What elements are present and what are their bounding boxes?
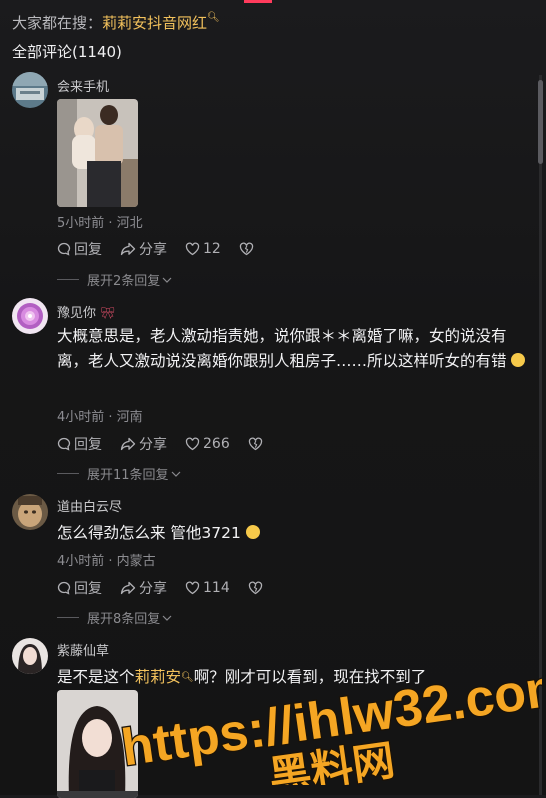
share-label: 分享	[139, 437, 167, 453]
like-button[interactable]: 12	[185, 239, 221, 259]
reply-button[interactable]: 回复	[57, 578, 102, 598]
username[interactable]: 道由白云尽	[57, 496, 122, 515]
like-count: 266	[203, 436, 230, 452]
comment-image[interactable]	[57, 99, 138, 207]
like-button[interactable]: 266	[185, 434, 230, 454]
search-suggestion[interactable]: 大家都在搜：莉莉安抖音网红🔍︎	[12, 12, 220, 33]
scrollbar-track[interactable]	[539, 75, 542, 795]
search-prefix: 大家都在搜：	[12, 14, 103, 32]
heart-icon	[185, 437, 200, 451]
dislike-button[interactable]	[248, 434, 266, 454]
expand-replies-button[interactable]: 展开11条回复	[57, 464, 181, 483]
avatar[interactable]	[12, 494, 48, 530]
expand-label: 展开2条回复	[87, 274, 161, 289]
username[interactable]: 紫藤仙草	[57, 640, 109, 659]
divider-dash	[57, 279, 79, 280]
comment-actions: 回复 分享 12	[57, 239, 275, 259]
avatar[interactable]	[12, 638, 48, 674]
like-button[interactable]: 114	[185, 578, 230, 598]
comment-count-title: 全部评论(1140)	[12, 43, 122, 61]
comment-text: 怎么得劲怎么来 管他3721	[57, 521, 527, 546]
broken-heart-icon	[248, 437, 262, 451]
share-label: 分享	[139, 581, 167, 597]
broken-heart-icon	[239, 242, 253, 256]
chevron-down-icon	[162, 615, 172, 621]
divider-dash	[57, 473, 79, 474]
expand-replies-button[interactable]: 展开2条回复	[57, 270, 172, 289]
username[interactable]: 豫见你 🎀︎	[57, 302, 115, 321]
comment-text: 是不是这个莉莉安🔍︎啊？刚才可以看到，现在找不到了	[57, 665, 527, 690]
share-icon	[120, 581, 136, 595]
avatar[interactable]	[12, 298, 48, 334]
emoji-icon	[511, 353, 526, 367]
active-tab-indicator	[244, 0, 272, 3]
bow-icon: 🎀︎	[100, 306, 116, 320]
reply-label: 回复	[74, 242, 102, 258]
comment-time-location: 4小时前 · 内蒙古	[57, 554, 156, 569]
like-count: 114	[203, 580, 230, 596]
comment-image[interactable]	[57, 690, 138, 798]
share-icon	[120, 437, 136, 451]
expand-label: 展开11条回复	[87, 468, 169, 483]
share-label: 分享	[139, 242, 167, 258]
like-count: 12	[203, 241, 221, 257]
divider-dash	[57, 617, 79, 618]
keyword-link[interactable]: 莉莉安🔍︎	[135, 668, 194, 686]
reply-label: 回复	[74, 437, 102, 453]
heart-icon	[185, 581, 200, 595]
search-icon: 🔍︎	[207, 12, 220, 23]
avatar[interactable]	[12, 72, 48, 108]
chevron-down-icon	[162, 277, 172, 283]
reply-icon	[57, 581, 71, 595]
chevron-down-icon	[171, 471, 180, 477]
comment-text-suffix: 啊？刚才可以看到，现在找不到了	[193, 668, 427, 686]
reply-icon	[57, 242, 71, 256]
comment-time-location: 5小时前 · 河北	[57, 216, 143, 231]
comment-body: 大概意思是，老人激动指责她，说你跟＊＊离婚了嘛，女的说没有离，老人又激动说没离婚…	[57, 327, 507, 370]
share-button[interactable]: 分享	[120, 434, 167, 454]
comment-actions: 回复 分享 266	[57, 434, 284, 454]
share-button[interactable]: 分享	[120, 578, 167, 598]
username-text: 豫见你	[57, 306, 97, 321]
scrollbar-thumb[interactable]	[538, 80, 543, 164]
reply-button[interactable]: 回复	[57, 239, 102, 259]
comment-time-location: 4小时前 · 河南	[57, 410, 143, 425]
expand-replies-button[interactable]: 展开8条回复	[57, 608, 172, 627]
keyword-text: 莉莉安	[134, 668, 182, 686]
comment-actions: 回复 分享 114	[57, 578, 284, 598]
watermark-site-name: 黑料网	[266, 735, 398, 785]
comment-text: 大概意思是，老人激动指责她，说你跟＊＊离婚了嘛，女的说没有离，老人又激动说没离婚…	[57, 324, 527, 374]
username[interactable]: 会来手机	[57, 76, 109, 95]
search-keyword-link[interactable]: 莉莉安抖音网红	[102, 14, 207, 32]
reply-label: 回复	[74, 581, 102, 597]
broken-heart-icon	[248, 581, 262, 595]
dislike-button[interactable]	[239, 239, 257, 259]
share-button[interactable]: 分享	[120, 239, 167, 259]
share-icon	[120, 242, 136, 256]
expand-label: 展开8条回复	[87, 612, 161, 627]
search-icon: 🔍︎	[181, 672, 194, 683]
reply-button[interactable]: 回复	[57, 434, 102, 454]
comment-body: 怎么得劲怎么来 管他3721	[57, 524, 241, 542]
comment-text-prefix: 是不是这个	[57, 668, 135, 686]
reply-icon	[57, 437, 71, 451]
heart-icon	[185, 242, 200, 256]
laughing-emoji-icon	[245, 525, 260, 539]
dislike-button[interactable]	[248, 578, 266, 598]
